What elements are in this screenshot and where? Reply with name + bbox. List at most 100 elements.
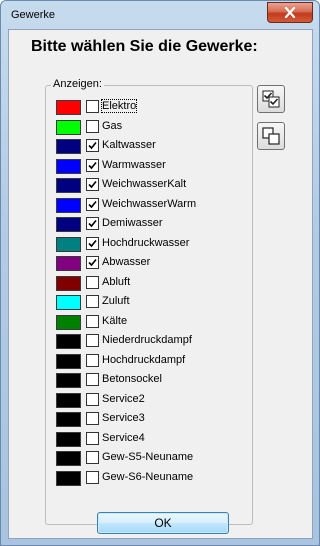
checkbox[interactable] — [86, 236, 99, 250]
ok-button[interactable]: OK — [97, 512, 229, 534]
checkbox[interactable] — [86, 431, 99, 445]
list-item[interactable]: Betonsockel — [56, 371, 246, 389]
list-item[interactable]: WeichwasserKalt — [56, 176, 246, 194]
item-label: Abwasser — [102, 256, 151, 268]
item-label: Gew-S6-Neuname — [102, 470, 194, 483]
checkbox[interactable] — [86, 373, 99, 386]
list-item[interactable]: Hochdruckwasser — [56, 235, 246, 253]
group-label: Anzeigen: — [51, 78, 104, 90]
checkbox[interactable] — [86, 100, 99, 113]
item-label: Kälte — [102, 314, 128, 327]
checkbox[interactable] — [86, 470, 99, 484]
checkmark-icon — [88, 239, 97, 247]
item-label: Niederdruckdampf — [102, 334, 192, 346]
color-swatch — [56, 178, 81, 193]
checkbox[interactable] — [86, 256, 99, 269]
color-swatch — [56, 139, 81, 154]
checkbox[interactable] — [86, 275, 99, 289]
list-item[interactable]: WeichwasserWarm — [56, 196, 246, 214]
item-label: Gas — [102, 119, 123, 132]
close-button[interactable] — [267, 2, 313, 23]
list-item[interactable]: Service3 — [56, 410, 246, 428]
list-item[interactable]: Abluft — [56, 274, 246, 292]
color-swatch — [56, 373, 81, 388]
item-label: WeichwasserWarm — [102, 197, 197, 210]
color-swatch — [56, 314, 81, 330]
checkbox[interactable] — [86, 334, 99, 347]
item-label: Hochdruckdampf — [102, 353, 186, 366]
item-label: WeichwasserKalt — [102, 178, 187, 190]
checkbox[interactable] — [86, 178, 99, 191]
color-swatch — [56, 256, 81, 271]
list-item[interactable]: Niederdruckdampf — [56, 332, 246, 350]
list-item[interactable]: Kälte — [56, 313, 246, 331]
checkbox[interactable] — [86, 314, 99, 328]
item-label: Gew-S5-Neuname — [102, 451, 194, 463]
dialog-heading: Bitte wählen Sie die Gewerke: — [31, 38, 258, 55]
checkbox[interactable] — [86, 353, 99, 367]
color-swatch — [56, 197, 81, 213]
item-label: Hochdruckwasser — [102, 236, 190, 249]
list-item[interactable]: Elektro — [56, 98, 246, 116]
display-group: Anzeigen: Elektro Gas Kaltwasser Warmwasser… — [45, 78, 253, 525]
checkbox[interactable] — [86, 392, 99, 406]
item-label: Warmwasser — [102, 158, 166, 171]
color-swatch — [56, 412, 81, 427]
checkmark-icon — [88, 141, 97, 150]
list-item[interactable]: Abwasser — [56, 254, 246, 272]
list-item[interactable]: Service4 — [56, 430, 246, 448]
check-all-icon — [262, 90, 280, 108]
select-all-button[interactable] — [257, 85, 285, 113]
list-item[interactable]: Kaltwasser — [56, 137, 246, 155]
list-item[interactable]: Gew-S5-Neuname — [56, 449, 246, 467]
dialog-window: Gewerke Bitte wählen Sie die Gewerke: An… — [0, 0, 320, 546]
checkbox[interactable] — [86, 197, 99, 211]
item-label: Kaltwasser — [102, 139, 156, 151]
deselect-all-button[interactable] — [257, 122, 285, 150]
checkmark-icon — [88, 180, 97, 189]
checkmark-icon — [88, 258, 97, 267]
color-swatch — [56, 353, 81, 369]
list-item[interactable]: Gew-S6-Neuname — [56, 469, 246, 487]
item-label: Abluft — [102, 275, 131, 288]
list-item[interactable]: Gas — [56, 118, 246, 136]
color-swatch — [56, 158, 81, 174]
uncheck-all-icon — [262, 127, 280, 145]
close-icon — [284, 7, 296, 18]
list-item[interactable]: Warmwasser — [56, 157, 246, 175]
item-label: Betonsockel — [102, 373, 162, 385]
item-label: Service2 — [102, 392, 145, 405]
list-item[interactable]: Zuluft — [56, 293, 246, 311]
color-swatch — [56, 119, 81, 135]
item-label: Demiwasser — [102, 217, 163, 229]
color-swatch — [56, 431, 81, 447]
checkmark-icon — [88, 161, 97, 169]
title-bar[interactable]: Gewerke — [1, 1, 319, 28]
color-swatch — [56, 334, 81, 349]
list-item[interactable]: Service2 — [56, 391, 246, 409]
checkbox[interactable] — [86, 295, 99, 308]
checkbox[interactable] — [86, 217, 99, 230]
checkbox[interactable] — [86, 139, 99, 152]
list-item[interactable]: Demiwasser — [56, 215, 246, 233]
checkbox[interactable] — [86, 412, 99, 425]
color-swatch — [56, 275, 81, 291]
checkmark-icon — [88, 219, 97, 228]
item-label: Service3 — [102, 412, 145, 424]
item-label: Zuluft — [102, 295, 130, 307]
color-swatch — [56, 470, 81, 486]
color-swatch — [56, 100, 81, 115]
dialog-content: Bitte wählen Sie die Gewerke: Anzeigen: … — [8, 29, 313, 539]
checkbox[interactable] — [86, 119, 99, 133]
checkmark-icon — [88, 200, 97, 208]
checkbox[interactable] — [86, 451, 99, 464]
window-title: Gewerke — [11, 9, 56, 21]
color-swatch — [56, 392, 81, 408]
item-label: Elektro — [100, 99, 138, 113]
checkbox[interactable] — [86, 158, 99, 172]
color-swatch — [56, 236, 81, 252]
color-swatch — [56, 295, 81, 310]
list-item[interactable]: Hochdruckdampf — [56, 352, 246, 370]
item-label: Service4 — [102, 431, 145, 444]
color-swatch — [56, 451, 81, 466]
